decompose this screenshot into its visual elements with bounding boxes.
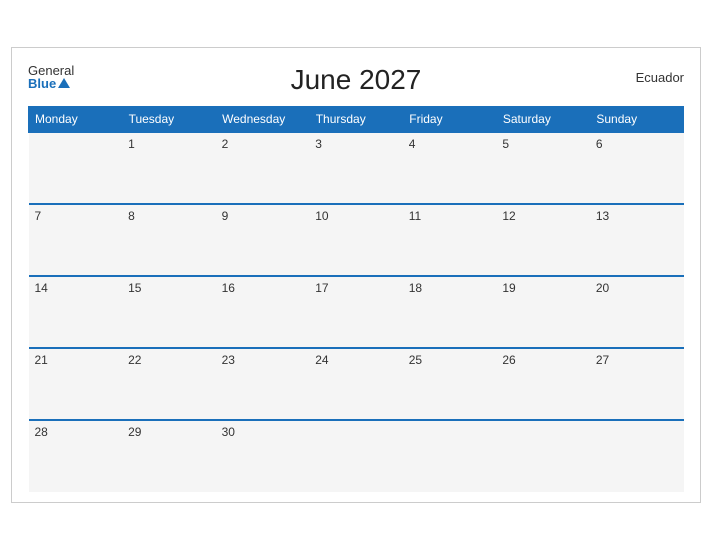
day-number: 14 xyxy=(35,281,48,295)
calendar-week-row-5: 28 29 30 xyxy=(29,420,684,492)
calendar-cell: 24 xyxy=(309,348,403,420)
calendar-week-row-4: 21 22 23 24 25 26 27 xyxy=(29,348,684,420)
calendar-cell: 6 xyxy=(590,132,684,204)
calendar-cell: 17 xyxy=(309,276,403,348)
calendar-week-row-2: 7 8 9 10 11 12 13 xyxy=(29,204,684,276)
calendar-cell: 4 xyxy=(403,132,497,204)
day-number: 20 xyxy=(596,281,609,295)
day-number: 17 xyxy=(315,281,328,295)
calendar-cell: 5 xyxy=(496,132,590,204)
calendar-week-row-1: 1 2 3 4 5 6 xyxy=(29,132,684,204)
day-number: 1 xyxy=(128,137,135,151)
header-tuesday: Tuesday xyxy=(122,107,216,133)
day-number: 23 xyxy=(222,353,235,367)
day-number: 8 xyxy=(128,209,135,223)
calendar-cell: 10 xyxy=(309,204,403,276)
day-number: 27 xyxy=(596,353,609,367)
day-number: 26 xyxy=(502,353,515,367)
weekday-header-row: Monday Tuesday Wednesday Thursday Friday… xyxy=(29,107,684,133)
day-number: 6 xyxy=(596,137,603,151)
day-number: 24 xyxy=(315,353,328,367)
calendar-cell: 13 xyxy=(590,204,684,276)
day-number: 7 xyxy=(35,209,42,223)
day-number: 25 xyxy=(409,353,422,367)
day-number: 19 xyxy=(502,281,515,295)
header-monday: Monday xyxy=(29,107,123,133)
day-number: 12 xyxy=(502,209,515,223)
day-number: 4 xyxy=(409,137,416,151)
calendar-cell: 30 xyxy=(216,420,310,492)
day-number: 13 xyxy=(596,209,609,223)
calendar-cell: 2 xyxy=(216,132,310,204)
day-number: 3 xyxy=(315,137,322,151)
calendar-cell: 26 xyxy=(496,348,590,420)
calendar-cell: 16 xyxy=(216,276,310,348)
calendar-cell: 11 xyxy=(403,204,497,276)
country-label: Ecuador xyxy=(636,70,684,85)
day-number: 30 xyxy=(222,425,235,439)
day-number: 16 xyxy=(222,281,235,295)
calendar-cell: 23 xyxy=(216,348,310,420)
calendar-grid: Monday Tuesday Wednesday Thursday Friday… xyxy=(28,106,684,492)
calendar-cell xyxy=(29,132,123,204)
calendar-title: June 2027 xyxy=(291,64,422,96)
calendar-cell: 25 xyxy=(403,348,497,420)
day-number: 9 xyxy=(222,209,229,223)
calendar-cell: 7 xyxy=(29,204,123,276)
calendar-cell: 1 xyxy=(122,132,216,204)
calendar-cell: 15 xyxy=(122,276,216,348)
calendar-cell: 27 xyxy=(590,348,684,420)
logo-blue-text: Blue xyxy=(28,77,74,90)
calendar-cell: 9 xyxy=(216,204,310,276)
day-number: 5 xyxy=(502,137,509,151)
day-number: 10 xyxy=(315,209,328,223)
day-number: 29 xyxy=(128,425,141,439)
calendar-container: General Blue June 2027 Ecuador Monday Tu… xyxy=(11,47,701,503)
calendar-header: General Blue June 2027 Ecuador xyxy=(28,64,684,96)
day-number: 22 xyxy=(128,353,141,367)
logo-triangle-icon xyxy=(58,78,70,88)
header-saturday: Saturday xyxy=(496,107,590,133)
calendar-cell: 8 xyxy=(122,204,216,276)
calendar-cell xyxy=(403,420,497,492)
calendar-cell: 22 xyxy=(122,348,216,420)
day-number: 15 xyxy=(128,281,141,295)
header-friday: Friday xyxy=(403,107,497,133)
calendar-cell: 29 xyxy=(122,420,216,492)
day-number: 21 xyxy=(35,353,48,367)
logo: General Blue xyxy=(28,64,74,90)
calendar-cell xyxy=(496,420,590,492)
calendar-cell: 12 xyxy=(496,204,590,276)
calendar-week-row-3: 14 15 16 17 18 19 20 xyxy=(29,276,684,348)
day-number: 18 xyxy=(409,281,422,295)
calendar-cell: 28 xyxy=(29,420,123,492)
calendar-cell: 18 xyxy=(403,276,497,348)
calendar-cell: 21 xyxy=(29,348,123,420)
header-thursday: Thursday xyxy=(309,107,403,133)
calendar-cell xyxy=(590,420,684,492)
day-number: 11 xyxy=(409,209,421,223)
calendar-cell: 14 xyxy=(29,276,123,348)
calendar-cell: 3 xyxy=(309,132,403,204)
calendar-cell: 19 xyxy=(496,276,590,348)
header-wednesday: Wednesday xyxy=(216,107,310,133)
day-number: 2 xyxy=(222,137,229,151)
calendar-cell: 20 xyxy=(590,276,684,348)
day-number: 28 xyxy=(35,425,48,439)
calendar-cell xyxy=(309,420,403,492)
header-sunday: Sunday xyxy=(590,107,684,133)
